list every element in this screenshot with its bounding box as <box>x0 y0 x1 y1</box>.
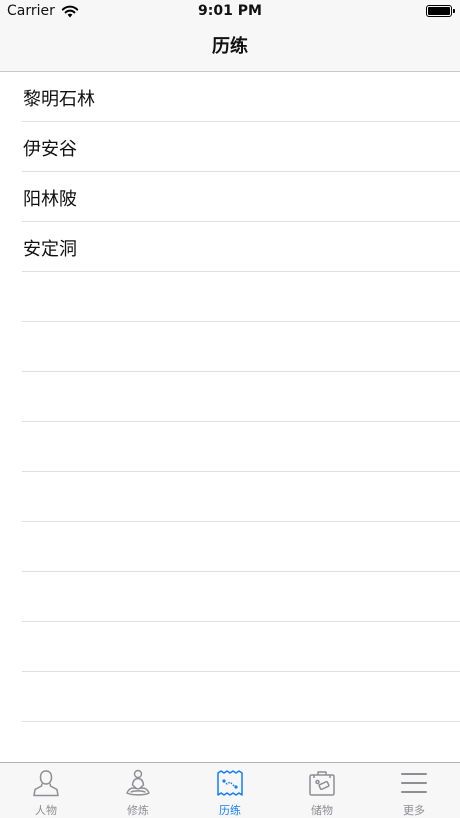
list-item-label: 阳林陂 <box>23 189 77 210</box>
tab-storage[interactable]: 储物 <box>276 763 368 818</box>
list-item-label: 安定洞 <box>23 239 77 260</box>
empty-row <box>22 272 460 322</box>
menu-icon <box>401 773 427 793</box>
list-item[interactable]: 黎明石林 <box>22 72 460 122</box>
list-item[interactable]: 阳林陂 <box>22 172 460 222</box>
empty-row <box>22 622 460 672</box>
empty-row <box>22 322 460 372</box>
map-icon <box>217 770 243 796</box>
list-item[interactable]: 伊安谷 <box>22 122 460 172</box>
tab-label: 储物 <box>311 804 333 817</box>
tab-label: 历练 <box>219 804 241 817</box>
location-list[interactable]: 黎明石林 伊安谷 阳林陂 安定洞 <box>0 72 460 762</box>
person-icon <box>33 770 59 797</box>
navigation-bar: 历练 <box>0 22 460 72</box>
status-right <box>426 5 455 21</box>
briefcase-icon <box>309 771 335 796</box>
empty-row <box>22 422 460 472</box>
list-item[interactable]: 安定洞 <box>22 222 460 272</box>
empty-row <box>22 472 460 522</box>
tab-bar: 人物 修炼 历练 储物 更多 <box>0 762 460 818</box>
status-bar: Carrier 9:01 PM <box>0 0 460 22</box>
battery-icon <box>426 5 455 17</box>
tab-label: 人物 <box>35 804 57 817</box>
empty-row <box>22 722 460 762</box>
tab-more[interactable]: 更多 <box>368 763 460 818</box>
empty-row <box>22 672 460 722</box>
empty-row <box>22 522 460 572</box>
tab-label: 修炼 <box>127 804 149 817</box>
list-item-label: 伊安谷 <box>23 139 77 160</box>
empty-row <box>22 372 460 422</box>
tab-cultivate[interactable]: 修炼 <box>92 763 184 818</box>
tab-person[interactable]: 人物 <box>0 763 92 818</box>
page-title: 历练 <box>212 36 248 57</box>
status-time: 9:01 PM <box>198 3 262 19</box>
tab-experience[interactable]: 历练 <box>184 763 276 818</box>
list-item-label: 黎明石林 <box>23 89 95 110</box>
empty-row <box>22 572 460 622</box>
meditation-icon <box>126 769 150 796</box>
tab-label: 更多 <box>403 804 425 817</box>
